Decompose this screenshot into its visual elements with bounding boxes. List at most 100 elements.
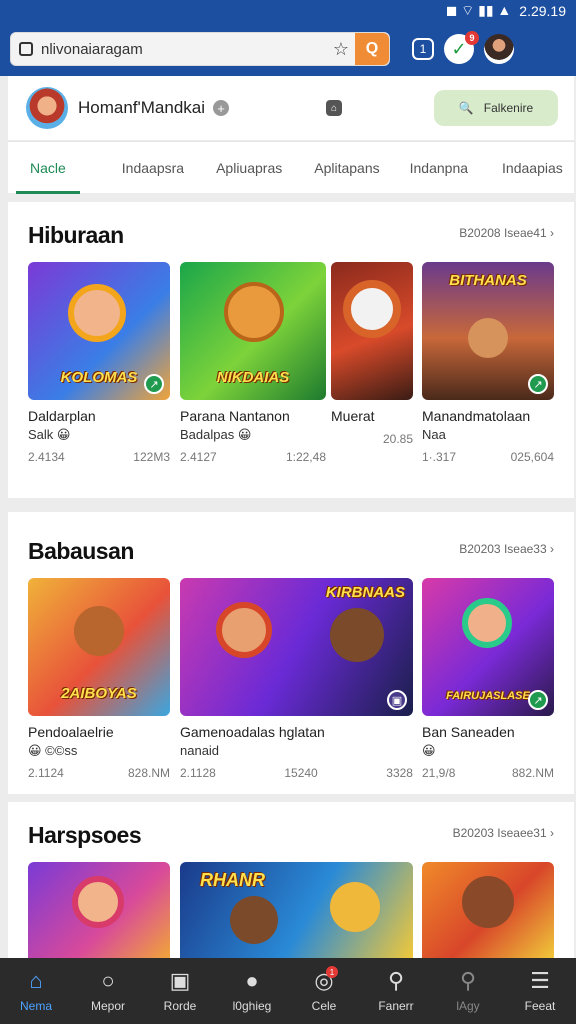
search-icon: 🔍: [458, 101, 474, 115]
section-title: Babausan: [28, 538, 134, 564]
app-title: Daldarplan: [28, 408, 96, 424]
nav-label: lAgy: [456, 999, 480, 1013]
app-size: 1:22,48: [285, 450, 326, 464]
nav-item-mepor[interactable]: ○ Mepor: [72, 958, 144, 1024]
app-rating: 21,9/8: [422, 766, 456, 780]
status-time: 2.29.19: [519, 3, 566, 19]
search-icon: ⚲: [459, 968, 477, 993]
app-rating: 2.4134: [28, 450, 65, 464]
see-more-link[interactable]: B20203 Iseaee31 ›: [453, 826, 554, 840]
app-thumbnail: BITHANAS ↗: [422, 262, 554, 400]
install-badge-icon: ▣: [387, 690, 407, 710]
app-subtitle: 😀: [422, 743, 436, 758]
browser-toolbar: nlivonaiaragam ☆ Q 1 ✓ 9: [0, 22, 576, 76]
section-title: Hiburaan: [28, 222, 124, 248]
chat-icon: ●: [245, 968, 259, 993]
thumbnail-banner: 2AIBOYAS: [61, 685, 137, 702]
app-title: Manandmatolaan: [422, 408, 531, 424]
signal-icons: ◼ ⌔ ▮▮ ▲: [445, 2, 512, 18]
section-title: Harspsoes: [28, 822, 142, 848]
app-title: Parana Nantanon: [180, 408, 290, 424]
app-thumbnail: [331, 262, 413, 400]
user-avatar[interactable]: [484, 34, 514, 64]
tab-3[interactable]: Aplitapans: [314, 142, 379, 194]
section-hiburaan: Hiburaan B20208 Iseae41 › KOLOMAS ↗ Dald…: [8, 202, 574, 498]
see-more-label: B20203 Iseaee31: [452, 826, 547, 840]
thumbnail-banner: KOLOMAS: [60, 369, 138, 386]
nav-item-cele[interactable]: ◎ 1 Cele: [288, 958, 360, 1024]
app-rating: 2.4127: [180, 450, 217, 464]
app-subtitle: 😀 ©©ss: [28, 743, 78, 758]
app-thumbnail: NIKDAIAS: [180, 262, 326, 400]
tab-4[interactable]: Indanpna: [410, 142, 468, 194]
app-title: Gamenoadalas hglatan: [180, 724, 325, 740]
app-card[interactable]: Muerat 20.85: [331, 262, 413, 446]
app-title: Ban Saneaden: [422, 724, 515, 740]
url-bar[interactable]: nlivonaiaragam ☆ Q: [10, 32, 390, 66]
nav-item-home[interactable]: ⌂ Nema: [0, 958, 72, 1024]
app-title: Pendoalaelrie: [28, 724, 114, 740]
app-subtitle: Salk 😀: [28, 427, 71, 442]
tab-5[interactable]: Indaapias: [502, 142, 563, 194]
app-card[interactable]: KIRBNAAS ▣ Gamenoadalas hglatan nanaid 2…: [180, 578, 413, 780]
profile-name: Homanf'Mandkai: [78, 98, 206, 117]
see-more-link[interactable]: B20208 Iseae41 ›: [459, 226, 554, 240]
see-more-label: B20203 Iseae33: [459, 542, 547, 556]
profile-action-button[interactable]: 🔍 Falkenire: [434, 90, 558, 126]
app-title: Muerat: [331, 408, 375, 424]
profile-bar: Homanf'Mandkai + ⌂ 🔍 Falkenire: [8, 76, 574, 140]
nav-label: Rorde: [163, 999, 197, 1013]
app-card[interactable]: FAIRUJASLASE ↗ Ban Saneaden 😀 21,9/8 882.…: [422, 578, 554, 780]
profile-avatar[interactable]: [26, 87, 68, 129]
nav-item-lagy[interactable]: ⚲ lAgy: [432, 958, 504, 1024]
nav-item-loghieg[interactable]: ● l0ghieg: [216, 958, 288, 1024]
app-card[interactable]: RHANR: [180, 862, 413, 958]
circle-icon: ○: [101, 968, 115, 993]
notification-dot: 1: [326, 966, 338, 978]
nav-item-fanerr[interactable]: ⚲ Fanerr: [360, 958, 432, 1024]
extension-button[interactable]: Q: [355, 33, 389, 65]
app-subtitle: nanaid: [180, 743, 220, 758]
app-subtitle: Badalpas 😀: [180, 427, 252, 442]
home-icon: ⌂: [29, 968, 43, 993]
app-size: 15240: [284, 766, 318, 780]
nav-item-rorde[interactable]: ▣ Rorde: [144, 958, 216, 1024]
url-text: nlivonaiaragam: [41, 40, 143, 58]
section-harspsoes: Harspsoes B20203 Iseaee31 › RHANR: [8, 802, 574, 958]
app-rating: 2.1128: [180, 766, 216, 780]
app-subtitle: Naa: [422, 427, 446, 442]
nav-label: Fanerr: [378, 999, 414, 1013]
see-more-link[interactable]: B20203 Iseae33 ›: [459, 542, 554, 556]
app-card[interactable]: KOLOMAS ↗ Daldarplan Salk 😀 2.4134 122M3: [28, 262, 170, 464]
bookmark-star-icon[interactable]: ☆: [333, 39, 349, 60]
nav-label: Nema: [19, 999, 52, 1013]
app-size: 828.NM: [127, 766, 170, 780]
app-thumbnail: RHANR: [180, 862, 413, 958]
store-icon[interactable]: ⌂: [326, 100, 342, 116]
app-extra: 3328: [386, 766, 413, 780]
install-badge-icon: ↗: [528, 690, 548, 710]
app-size: 122M3: [133, 450, 170, 464]
thumbnail-banner: NIKDAIAS: [216, 369, 290, 386]
category-tabs: Nacle Indaapsra Apliuapras Aplitapans In…: [8, 141, 574, 194]
app-card[interactable]: NIKDAIAS Parana Nantanon Badalpas 😀 2.41…: [180, 262, 326, 464]
app-card[interactable]: BITHANAS ↗ Manandmatolaan Naa 1·.317 025,…: [422, 262, 554, 464]
app-thumbnail: FAIRUJASLASE ↗: [422, 578, 554, 716]
app-thumbnail: KIRBNAAS ▣: [180, 578, 413, 716]
tabs-icon[interactable]: 1: [412, 38, 434, 60]
install-badge-icon: ↗: [144, 374, 164, 394]
add-icon[interactable]: +: [213, 100, 230, 116]
tab-0[interactable]: Nacle: [16, 142, 80, 194]
app-card[interactable]: 2AIBOYAS Pendoalaelrie 😀 ©©ss 2.1124 828.…: [28, 578, 170, 780]
notification-dot: 9: [465, 31, 479, 45]
app-card[interactable]: [28, 862, 170, 958]
app-size: 882.NM: [511, 766, 554, 780]
tab-1[interactable]: Indaapsra: [122, 142, 184, 194]
briefcase-icon: ▣: [169, 968, 191, 993]
vpn-shield-icon[interactable]: ✓ 9: [444, 31, 479, 64]
bottom-navigation: ⌂ Nema ○ Mepor ▣ Rorde ● l0ghieg ◎ 1 Cele ⚲ Fan…: [0, 958, 576, 1024]
nav-item-feeat[interactable]: ☰ Feeat: [504, 958, 576, 1024]
app-card[interactable]: [422, 862, 554, 958]
tab-2[interactable]: Apliuapras: [216, 142, 282, 194]
thumbnail-banner: RHANR: [200, 870, 265, 890]
